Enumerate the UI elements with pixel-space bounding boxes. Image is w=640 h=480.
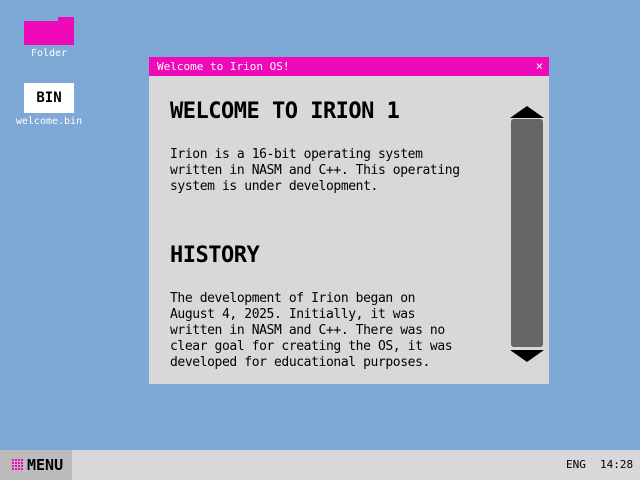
window-titlebar[interactable]: Welcome to Irion OS! ×	[149, 57, 549, 76]
desktop-icon-label: Folder	[30, 48, 68, 59]
grid-menu-icon	[12, 459, 23, 470]
heading-history: HISTORY	[170, 243, 260, 268]
scroll-up-arrow-icon[interactable]	[510, 106, 544, 118]
clock: 14:28	[600, 458, 634, 471]
menu-button[interactable]: MENU	[0, 450, 72, 480]
language-indicator[interactable]: ENG	[566, 450, 586, 480]
paragraph-intro: Irion is a 16-bit operating system writt…	[170, 147, 460, 194]
folder-icon	[24, 17, 74, 45]
taskbar: MENU ENG 14:28	[0, 450, 640, 480]
desktop-icon-folder[interactable]: Folder	[9, 17, 89, 60]
paragraph-history: The development of Irion began on August…	[170, 291, 453, 370]
heading-welcome: WELCOME TO IRION 1	[170, 99, 400, 124]
close-button[interactable]: ×	[536, 57, 543, 76]
bin-file-icon: BIN	[24, 83, 74, 113]
desktop-icon-welcome-bin[interactable]: BIN welcome.bin	[9, 83, 89, 128]
scrollbar-track[interactable]	[511, 119, 543, 347]
window-title: Welcome to Irion OS!	[157, 60, 290, 73]
scrollbar[interactable]	[510, 106, 544, 362]
menu-label: MENU	[27, 456, 64, 474]
scroll-down-arrow-icon[interactable]	[510, 350, 544, 362]
welcome-window: Welcome to Irion OS! × WELCOME TO IRION …	[149, 57, 549, 384]
desktop-icon-label: welcome.bin	[15, 116, 83, 127]
